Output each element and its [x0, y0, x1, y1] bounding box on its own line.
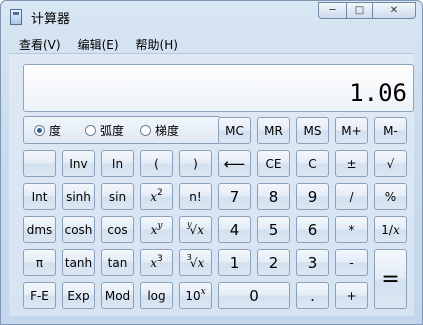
- angle-grads-option[interactable]: 梯度: [140, 122, 179, 139]
- calculator-window: 计算器 ─ □ ✕ 查看(V) 编辑(E) 帮助(H) 1.06 度 弧度 梯度…: [0, 0, 423, 325]
- calculator-body: 1.06 度 弧度 梯度 MC MR MS M+ M- Inv In () ⟵…: [9, 53, 414, 316]
- title-bar[interactable]: 计算器 ─ □ ✕: [1, 1, 422, 31]
- angle-radians-option[interactable]: 弧度: [85, 122, 124, 139]
- digit-2-button[interactable]: 2: [257, 249, 290, 276]
- clear-button[interactable]: C: [296, 150, 329, 177]
- decimal-button[interactable]: .: [296, 282, 329, 309]
- inv-button[interactable]: Inv: [62, 150, 95, 177]
- display-value: 1.06: [349, 79, 407, 107]
- angle-mode-group: 度 弧度 梯度: [23, 116, 221, 144]
- ten-power-base: 10: [185, 288, 201, 303]
- mr-button[interactable]: MR: [257, 117, 290, 144]
- digit-3-button[interactable]: 3: [296, 249, 329, 276]
- angle-degrees-option[interactable]: 度: [34, 122, 61, 139]
- digit-7-button[interactable]: 7: [218, 183, 251, 210]
- m-plus-button[interactable]: M+: [335, 117, 368, 144]
- x-power-y-exp: y: [157, 220, 163, 231]
- right-paren-button[interactable]: ): [179, 150, 212, 177]
- radio-degrees[interactable]: [34, 124, 45, 136]
- radio-grads[interactable]: [140, 124, 152, 136]
- radio-radians[interactable]: [85, 124, 97, 136]
- add-button[interactable]: +: [335, 282, 368, 309]
- mc-button[interactable]: MC: [218, 117, 251, 144]
- display-panel: 1.06: [23, 64, 414, 112]
- ten-power-exp: x: [200, 286, 206, 297]
- cube-root-radicand: x: [197, 255, 205, 270]
- digit-4-button[interactable]: 4: [218, 216, 251, 243]
- angle-degrees-label: 度: [49, 123, 62, 138]
- exp-button[interactable]: Exp: [62, 282, 95, 309]
- int-button[interactable]: Int: [23, 183, 56, 210]
- angle-grads-label: 梯度: [155, 123, 180, 138]
- digit-9-button[interactable]: 9: [296, 183, 329, 210]
- x-power-y-button[interactable]: xy: [140, 216, 173, 243]
- ce-button[interactable]: CE: [257, 150, 290, 177]
- backspace-button[interactable]: ⟵: [218, 150, 251, 177]
- maximize-button[interactable]: □: [346, 2, 372, 19]
- window-title: 计算器: [31, 12, 71, 27]
- digit-0-button[interactable]: 0: [218, 282, 290, 309]
- m-minus-button[interactable]: M-: [374, 117, 407, 144]
- angle-radians-label: 弧度: [100, 123, 125, 138]
- digit-6-button[interactable]: 6: [296, 216, 329, 243]
- sinh-button[interactable]: sinh: [62, 183, 95, 210]
- cosh-button[interactable]: cosh: [62, 216, 95, 243]
- window-controls: ─ □ ✕: [318, 2, 416, 21]
- minimize-button[interactable]: ─: [318, 2, 346, 19]
- close-button[interactable]: ✕: [372, 2, 416, 19]
- reciprocal-x: x: [392, 222, 400, 237]
- subtract-button[interactable]: -: [335, 249, 368, 276]
- cube-root-button[interactable]: 3 √ x: [179, 249, 212, 276]
- reciprocal-button[interactable]: 1/x: [374, 216, 407, 243]
- ms-button[interactable]: MS: [296, 117, 329, 144]
- cube-root-index: 3: [186, 253, 192, 262]
- calculator-app-icon: [10, 9, 22, 25]
- tanh-button[interactable]: tanh: [62, 249, 95, 276]
- plus-minus-button[interactable]: ±: [335, 150, 368, 177]
- divide-button[interactable]: /: [335, 183, 368, 210]
- dms-button[interactable]: dms: [23, 216, 56, 243]
- digit-5-button[interactable]: 5: [257, 216, 290, 243]
- menu-view[interactable]: 查看(V): [9, 36, 68, 53]
- digit-8-button[interactable]: 8: [257, 183, 290, 210]
- y-root-x-button[interactable]: y √ x: [179, 216, 212, 243]
- y-root-radicand: x: [197, 222, 204, 237]
- ten-power-x-button[interactable]: 10 x: [179, 282, 212, 309]
- factorial-button[interactable]: n!: [179, 183, 212, 210]
- log-button[interactable]: log: [140, 282, 173, 309]
- menu-edit[interactable]: 编辑(E): [68, 36, 126, 53]
- f-e-button[interactable]: F-E: [23, 282, 56, 309]
- ln-button[interactable]: In: [101, 150, 134, 177]
- reciprocal-num: 1/: [381, 222, 393, 237]
- sin-button[interactable]: sin: [101, 183, 134, 210]
- x-cubed-button[interactable]: x3: [140, 249, 173, 276]
- x-squared-button[interactable]: x2: [140, 183, 173, 210]
- menu-help[interactable]: 帮助(H): [126, 36, 185, 53]
- x-cubed-base: x: [150, 255, 158, 270]
- pi-button[interactable]: π: [23, 249, 56, 276]
- tan-button[interactable]: tan: [101, 249, 134, 276]
- equals-button[interactable]: =: [374, 249, 407, 309]
- left-paren-button[interactable]: (: [140, 150, 173, 177]
- menu-bar: 查看(V) 编辑(E) 帮助(H): [9, 34, 414, 54]
- cos-button[interactable]: cos: [101, 216, 134, 243]
- multiply-button[interactable]: *: [335, 216, 368, 243]
- percent-button[interactable]: %: [374, 183, 407, 210]
- mod-button[interactable]: Mod: [101, 282, 134, 309]
- x-squared-base: x: [150, 189, 158, 204]
- sqrt-button[interactable]: √: [374, 150, 407, 177]
- blank-button: [23, 150, 56, 177]
- digit-1-button[interactable]: 1: [218, 249, 251, 276]
- y-root-index: y: [187, 220, 192, 229]
